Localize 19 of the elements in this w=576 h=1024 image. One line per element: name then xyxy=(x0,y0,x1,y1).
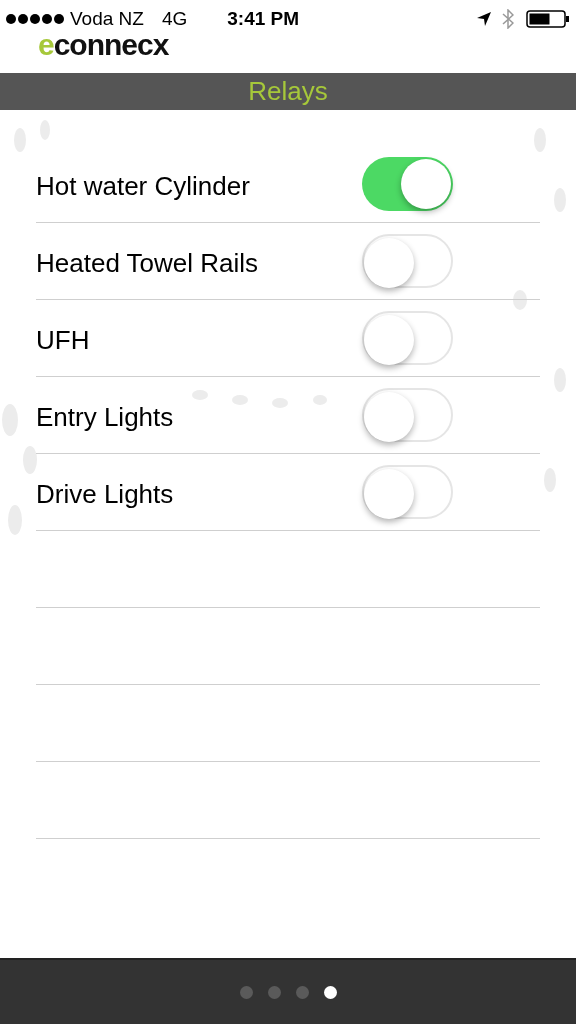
network-type: 4G xyxy=(161,6,188,31)
toggle-switch[interactable] xyxy=(362,388,453,442)
location-icon xyxy=(476,11,492,27)
carrier-name: Voda NZ xyxy=(70,6,144,31)
relay-name: Entry Lights xyxy=(36,400,175,434)
battery-icon xyxy=(526,9,570,29)
relay-name: Hot water Cylinder xyxy=(36,169,251,203)
toggle-switch[interactable] xyxy=(362,311,453,365)
bluetooth-icon xyxy=(502,9,514,29)
toggle-switch[interactable] xyxy=(362,465,453,519)
toggle-switch[interactable] xyxy=(362,157,453,211)
brand-logo: econnecx xyxy=(38,30,169,60)
relay-name: Drive Lights xyxy=(36,477,175,511)
toggle-switch[interactable] xyxy=(362,234,453,288)
relay-name: Heated Towel Rails xyxy=(36,246,260,280)
signal-icon xyxy=(6,14,64,24)
relay-name: UFH xyxy=(36,323,91,357)
page-title: Relays xyxy=(248,75,328,108)
clock-time: 3:41 PM xyxy=(227,6,300,31)
